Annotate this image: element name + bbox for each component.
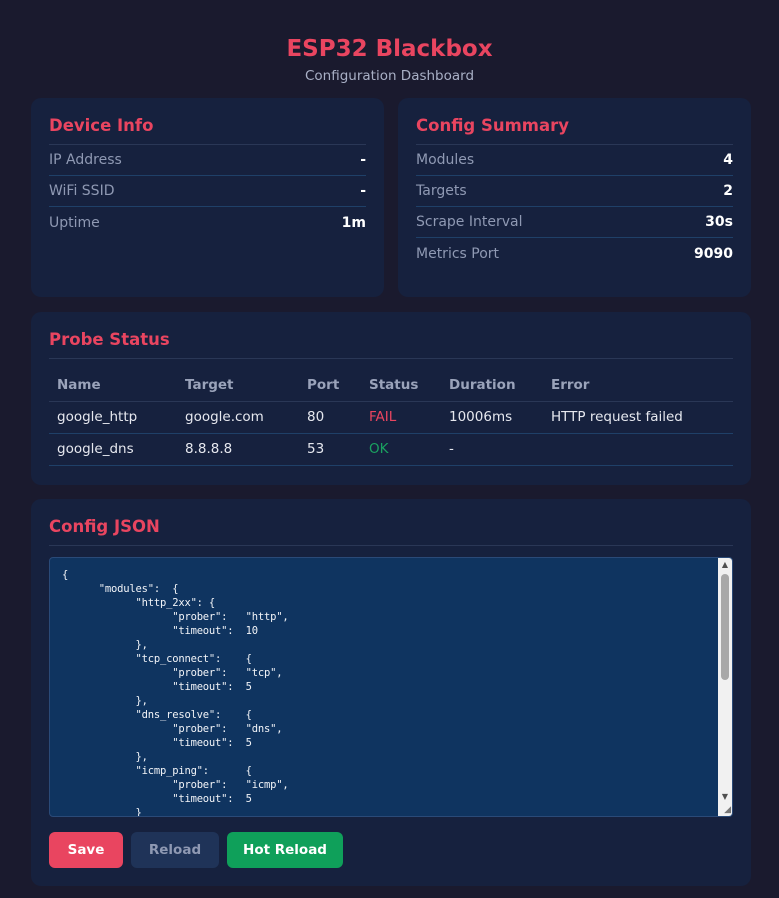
probe-error bbox=[543, 433, 733, 466]
page-title: ESP32 Blackbox bbox=[286, 36, 493, 62]
config-json-editor[interactable]: { "modules": { "http_2xx": { "prober": "… bbox=[49, 557, 733, 817]
page-subtitle: Configuration Dashboard bbox=[304, 68, 475, 84]
resize-grip-icon[interactable]: ◢ bbox=[724, 805, 731, 815]
table-row: google_dns 8.8.8.8 53 OK - bbox=[49, 433, 733, 466]
probe-name: google_dns bbox=[49, 433, 177, 466]
hot-reload-button[interactable]: Hot Reload bbox=[227, 832, 343, 868]
scroll-down-arrow-icon[interactable]: ▼ bbox=[718, 790, 732, 804]
probe-error: HTTP request failed bbox=[543, 401, 733, 434]
ip-address-value: - bbox=[360, 152, 366, 168]
column-header-error: Error bbox=[543, 369, 733, 402]
probe-duration: 10006ms bbox=[441, 401, 543, 434]
modules-row: Modules 4 bbox=[416, 145, 733, 176]
scrape-interval-label: Scrape Interval bbox=[416, 214, 523, 230]
probe-port: 80 bbox=[299, 401, 361, 434]
column-header-duration: Duration bbox=[441, 369, 543, 402]
probe-status-badge: OK bbox=[361, 433, 441, 466]
uptime-row: Uptime 1m bbox=[49, 207, 366, 238]
ip-address-label: IP Address bbox=[49, 152, 122, 168]
wifi-ssid-label: WiFi SSID bbox=[49, 183, 115, 199]
column-header-status: Status bbox=[361, 369, 441, 402]
table-row: google_http google.com 80 FAIL 10006ms H… bbox=[49, 401, 733, 434]
action-buttons: Save Reload Hot Reload bbox=[49, 832, 733, 868]
config-json-title: Config JSON bbox=[49, 517, 733, 546]
uptime-label: Uptime bbox=[49, 214, 100, 231]
scroll-thumb[interactable] bbox=[721, 574, 729, 680]
reload-button[interactable]: Reload bbox=[131, 832, 219, 868]
metrics-port-row: Metrics Port 9090 bbox=[416, 238, 733, 269]
device-info-card: Device Info IP Address - WiFi SSID - Upt… bbox=[31, 98, 384, 297]
save-button[interactable]: Save bbox=[49, 832, 123, 868]
wifi-ssid-value: - bbox=[360, 183, 366, 199]
column-header-name: Name bbox=[49, 369, 177, 402]
probe-port: 53 bbox=[299, 433, 361, 466]
config-summary-title: Config Summary bbox=[416, 116, 733, 145]
modules-value: 4 bbox=[723, 152, 733, 168]
scroll-up-arrow-icon[interactable]: ▲ bbox=[718, 558, 732, 572]
modules-label: Modules bbox=[416, 152, 475, 168]
config-json-text[interactable]: { "modules": { "http_2xx": { "prober": "… bbox=[50, 558, 732, 816]
uptime-value: 1m bbox=[341, 214, 366, 231]
ip-address-row: IP Address - bbox=[49, 145, 366, 176]
wifi-ssid-row: WiFi SSID - bbox=[49, 176, 366, 207]
metrics-port-label: Metrics Port bbox=[416, 245, 500, 262]
column-header-port: Port bbox=[299, 369, 361, 402]
column-header-target: Target bbox=[177, 369, 299, 402]
scrape-interval-value: 30s bbox=[705, 214, 733, 230]
probe-target: 8.8.8.8 bbox=[177, 433, 299, 466]
config-json-card: Config JSON { "modules": { "http_2xx": {… bbox=[31, 499, 751, 886]
device-info-title: Device Info bbox=[49, 116, 366, 145]
probe-status-card: Probe Status Name Target Port Status Dur… bbox=[31, 312, 751, 485]
targets-label: Targets bbox=[416, 183, 467, 199]
page-header: ESP32 Blackbox Configuration Dashboard bbox=[0, 34, 779, 84]
targets-row: Targets 2 bbox=[416, 176, 733, 207]
probe-name: google_http bbox=[49, 401, 177, 434]
table-header-row: Name Target Port Status Duration Error bbox=[49, 369, 733, 402]
scrape-interval-row: Scrape Interval 30s bbox=[416, 207, 733, 238]
config-summary-card: Config Summary Modules 4 Targets 2 Scrap… bbox=[398, 98, 751, 297]
probe-status-title: Probe Status bbox=[49, 330, 733, 359]
probe-target: google.com bbox=[177, 401, 299, 434]
editor-scrollbar[interactable]: ▲ ▼ bbox=[718, 558, 732, 816]
probe-duration: - bbox=[441, 433, 543, 466]
probe-status-badge: FAIL bbox=[361, 401, 441, 434]
probe-status-table: Name Target Port Status Duration Error g… bbox=[49, 369, 733, 466]
targets-value: 2 bbox=[723, 183, 733, 199]
metrics-port-value: 9090 bbox=[694, 245, 733, 262]
